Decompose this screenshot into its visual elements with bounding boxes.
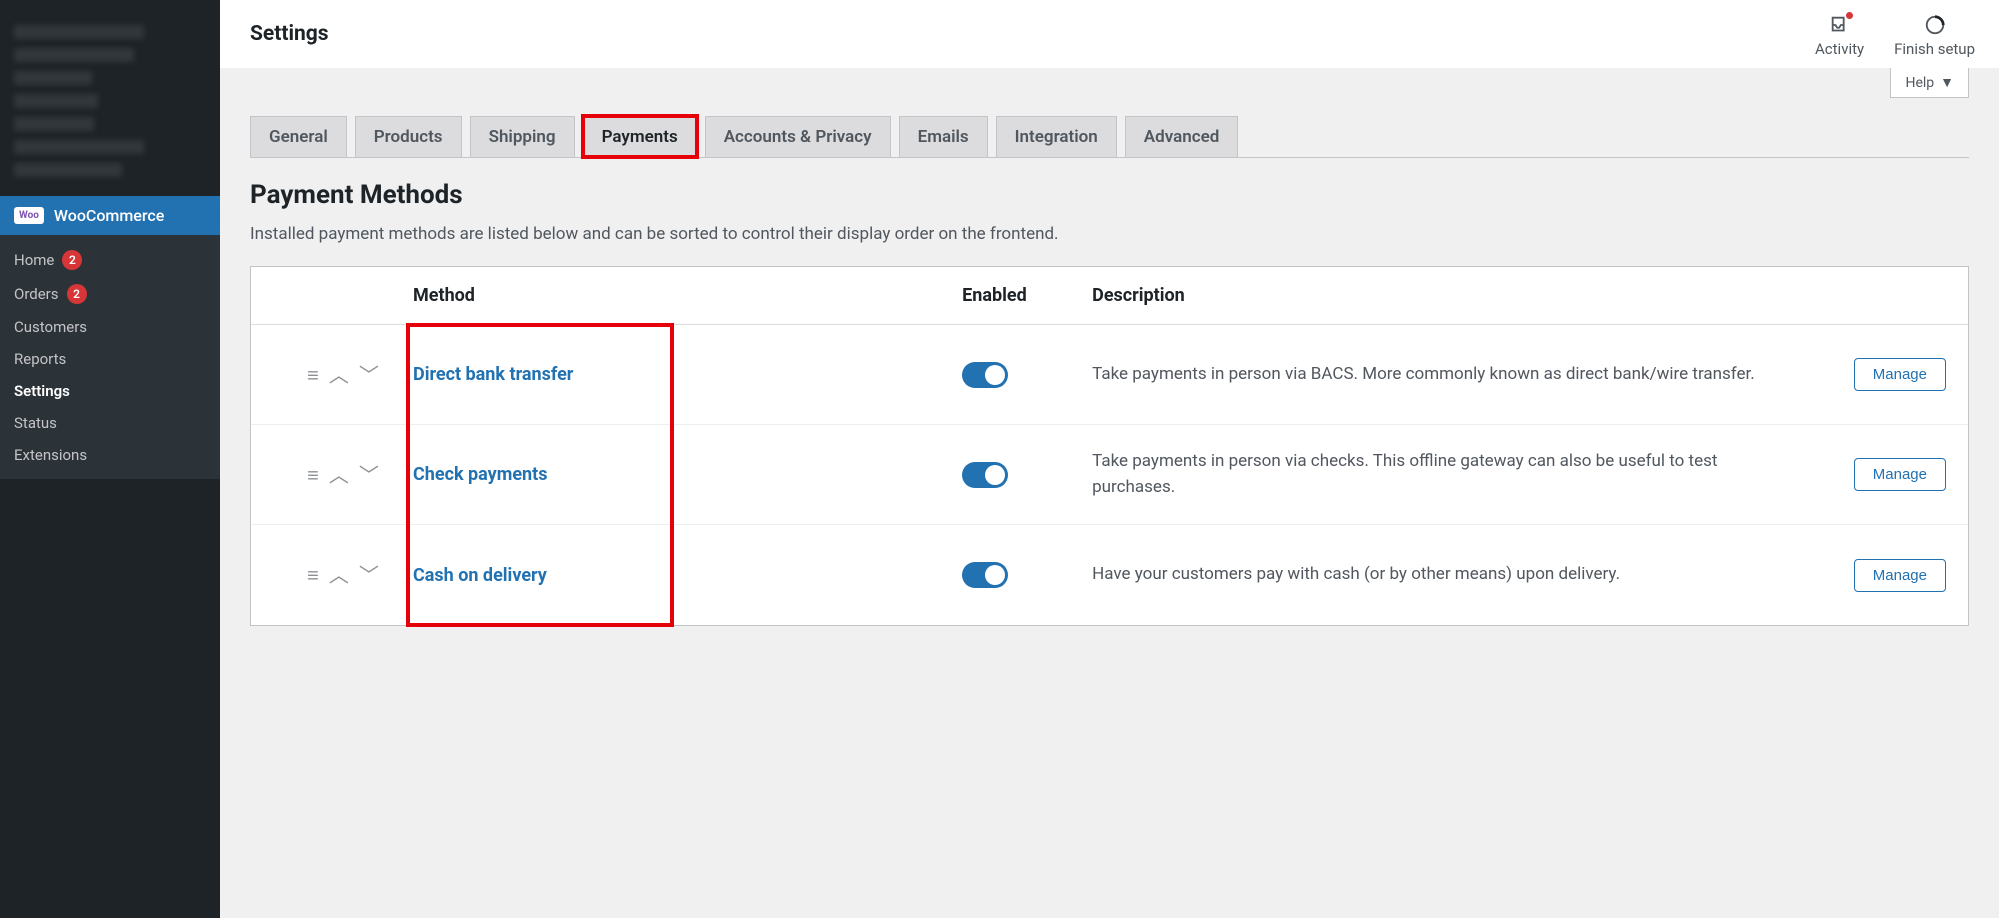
move-down-icon[interactable]: ﹀ bbox=[359, 465, 379, 485]
sidebar-blurred-items bbox=[0, 6, 220, 196]
move-up-icon[interactable]: ︿ bbox=[329, 565, 349, 585]
method-description: Have your customers pay with cash (or by… bbox=[1092, 562, 1806, 588]
sidebar-submenu: Home 2 Orders 2 Customers Reports Settin… bbox=[0, 235, 220, 479]
move-up-icon[interactable]: ︿ bbox=[329, 365, 349, 385]
top-bar: Settings Activity Finish setup bbox=[220, 0, 1999, 68]
table-row: ≡ ︿ ﹀ Direct bank transfer Take payments… bbox=[251, 325, 1968, 425]
admin-sidebar: Woo WooCommerce Home 2 Orders 2 Customer… bbox=[0, 0, 220, 918]
drag-handle-icon[interactable]: ≡ bbox=[307, 365, 319, 385]
sidebar-item-label: Home bbox=[14, 251, 54, 269]
finish-setup-label: Finish setup bbox=[1894, 40, 1975, 58]
sidebar-item-customers[interactable]: Customers bbox=[0, 311, 220, 343]
table-body: ≡ ︿ ﹀ Direct bank transfer Take payments… bbox=[251, 325, 1968, 625]
sidebar-item-label: Customers bbox=[14, 318, 87, 336]
tab-advanced[interactable]: Advanced bbox=[1125, 116, 1239, 157]
payment-methods-table: Method Enabled Description ≡ ︿ ﹀ Direct … bbox=[250, 266, 1969, 626]
col-header-enabled: Enabled bbox=[962, 285, 1092, 306]
method-link-cod[interactable]: Cash on delivery bbox=[413, 565, 547, 586]
woocommerce-icon: Woo bbox=[14, 207, 44, 224]
sort-controls: ≡ ︿ ﹀ bbox=[273, 465, 413, 485]
sort-controls: ≡ ︿ ﹀ bbox=[273, 365, 413, 385]
tab-emails[interactable]: Emails bbox=[899, 116, 988, 157]
section-description: Installed payment methods are listed bel… bbox=[250, 224, 1969, 244]
caret-down-icon: ▼ bbox=[1940, 74, 1954, 91]
enabled-toggle[interactable] bbox=[962, 462, 1008, 488]
content-area: Help ▼ General Products Shipping Payment… bbox=[220, 68, 1999, 656]
sidebar-item-label: Reports bbox=[14, 350, 66, 368]
tab-products[interactable]: Products bbox=[355, 116, 462, 157]
table-row: ≡ ︿ ﹀ Check payments Take payments in pe… bbox=[251, 425, 1968, 525]
move-down-icon[interactable]: ﹀ bbox=[359, 365, 379, 385]
main-content: Settings Activity Finish setup Help ▼ bbox=[220, 0, 1999, 918]
drag-handle-icon[interactable]: ≡ bbox=[307, 565, 319, 585]
tab-shipping[interactable]: Shipping bbox=[470, 116, 575, 157]
col-header-description: Description bbox=[1092, 285, 1806, 306]
manage-button[interactable]: Manage bbox=[1854, 358, 1946, 391]
sort-controls: ≡ ︿ ﹀ bbox=[273, 565, 413, 585]
page-title: Settings bbox=[250, 14, 329, 46]
progress-circle-icon bbox=[1924, 14, 1946, 36]
enabled-toggle[interactable] bbox=[962, 362, 1008, 388]
help-tab[interactable]: Help ▼ bbox=[1890, 68, 1969, 98]
top-actions: Activity Finish setup bbox=[1815, 14, 1975, 58]
sidebar-item-orders[interactable]: Orders 2 bbox=[0, 277, 220, 311]
method-link-check[interactable]: Check payments bbox=[413, 464, 547, 485]
sidebar-item-label: Orders bbox=[14, 285, 59, 303]
col-header-method: Method bbox=[413, 285, 962, 306]
finish-setup-button[interactable]: Finish setup bbox=[1894, 14, 1975, 58]
sidebar-item-label: Settings bbox=[14, 382, 70, 400]
drag-handle-icon[interactable]: ≡ bbox=[307, 465, 319, 485]
notification-badge: 2 bbox=[62, 250, 82, 270]
sidebar-item-extensions[interactable]: Extensions bbox=[0, 439, 220, 471]
inbox-icon bbox=[1829, 14, 1851, 36]
help-label: Help bbox=[1905, 75, 1934, 91]
sidebar-item-settings[interactable]: Settings bbox=[0, 375, 220, 407]
sidebar-item-status[interactable]: Status bbox=[0, 407, 220, 439]
method-description: Take payments in person via checks. This… bbox=[1092, 449, 1806, 500]
sidebar-item-reports[interactable]: Reports bbox=[0, 343, 220, 375]
activity-label: Activity bbox=[1815, 40, 1864, 58]
method-link-direct-bank[interactable]: Direct bank transfer bbox=[413, 364, 573, 385]
move-down-icon[interactable]: ﹀ bbox=[359, 565, 379, 585]
tab-general[interactable]: General bbox=[250, 116, 347, 157]
move-up-icon[interactable]: ︿ bbox=[329, 465, 349, 485]
tab-accounts-privacy[interactable]: Accounts & Privacy bbox=[705, 116, 891, 157]
activity-button[interactable]: Activity bbox=[1815, 14, 1864, 58]
settings-tabs: General Products Shipping Payments Accou… bbox=[250, 116, 1969, 158]
notification-dot-icon bbox=[1846, 12, 1853, 19]
table-header-row: Method Enabled Description bbox=[251, 267, 1968, 325]
sidebar-active-label: WooCommerce bbox=[54, 206, 164, 225]
tab-integration[interactable]: Integration bbox=[996, 116, 1117, 157]
manage-button[interactable]: Manage bbox=[1854, 559, 1946, 592]
manage-button[interactable]: Manage bbox=[1854, 458, 1946, 491]
enabled-toggle[interactable] bbox=[962, 562, 1008, 588]
table-row: ≡ ︿ ﹀ Cash on delivery Have your custome… bbox=[251, 525, 1968, 625]
sidebar-item-label: Status bbox=[14, 414, 57, 432]
section-title: Payment Methods bbox=[250, 180, 1969, 210]
sidebar-item-home[interactable]: Home 2 bbox=[0, 243, 220, 277]
method-description: Take payments in person via BACS. More c… bbox=[1092, 362, 1806, 388]
sidebar-item-woocommerce[interactable]: Woo WooCommerce bbox=[0, 196, 220, 235]
sidebar-item-label: Extensions bbox=[14, 446, 87, 464]
tab-payments[interactable]: Payments bbox=[583, 116, 697, 157]
notification-badge: 2 bbox=[67, 284, 87, 304]
